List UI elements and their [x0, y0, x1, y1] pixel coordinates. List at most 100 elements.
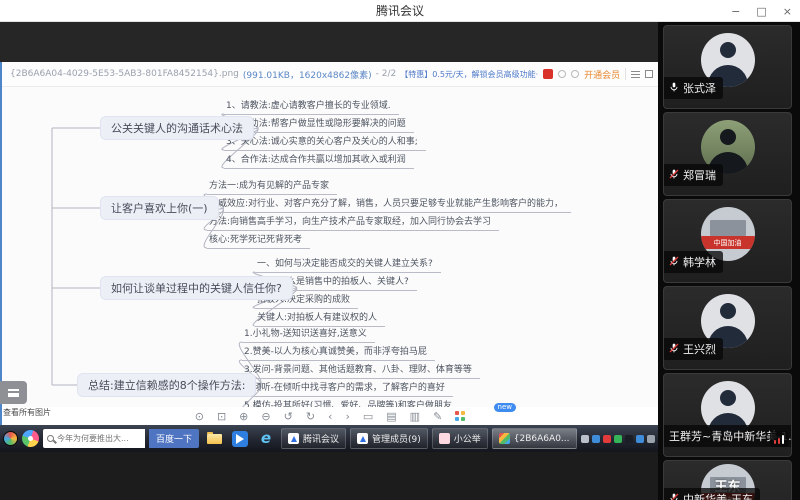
person-silhouette-icon	[719, 390, 736, 406]
participant-tile[interactable]: 王东中国加油 中新华美-王东	[663, 460, 792, 500]
rotate-left-icon[interactable]: ↺	[284, 411, 293, 422]
avatar-banner: 中国加油	[700, 236, 755, 249]
taskbar-xiaogongju-button[interactable]: 小公举	[431, 428, 488, 449]
participant-tile[interactable]: 中国加油 韩学林	[663, 199, 792, 283]
baidu-search-button[interactable]: 百度一下	[149, 429, 200, 448]
mindmap-item[interactable]: 权威效应:对行业、对客户充分了解，销售，人员只要足够专业就能产生影响客户的能力，	[207, 199, 572, 213]
mindmap-item[interactable]: 3、关心法:诚心实意的关心客户及关心的人和事;	[224, 137, 426, 151]
participant-name-bar: 韩学林	[664, 251, 723, 273]
mindmap-item[interactable]: 1、请教法:虚心请教客户擅长的专业领域.	[224, 101, 399, 115]
participant-tile[interactable]: 王群芳~青岛中新华美-1...	[663, 373, 792, 457]
start-button-icon[interactable]	[3, 431, 18, 446]
edit-icon[interactable]: ✎	[433, 411, 442, 422]
person-silhouette-icon	[719, 42, 736, 58]
view-all-images-tab[interactable]	[0, 381, 27, 404]
participant-tile[interactable]: 王兴烈	[663, 286, 792, 370]
tray-security-icon[interactable]	[624, 434, 633, 443]
crown-icon	[571, 70, 580, 78]
search-input[interactable]	[57, 434, 141, 443]
tray-wechat-icon[interactable]	[613, 434, 622, 443]
participant-name: 中新华美-王东	[683, 493, 753, 500]
participant-name: 张式泽	[683, 82, 716, 95]
zoom-out-icon[interactable]: ⊖	[261, 411, 270, 422]
viewer-header: {2B6A6A04-4029-5E53-5AB3-801FA8452154}.p…	[2, 62, 658, 87]
letterbox-bottom	[0, 452, 658, 500]
taskbar-image-viewer-button[interactable]: {2B6A6A0...	[491, 428, 577, 449]
meeting-logo-icon	[357, 433, 369, 444]
next-image-icon[interactable]: ›	[345, 411, 349, 422]
viewer-fullscreen-icon[interactable]	[645, 70, 654, 78]
participant-name-bar: 中新华美-王东	[664, 488, 760, 500]
save-as-icon[interactable]: ▥	[410, 411, 420, 422]
history-icon[interactable]: ⊙	[195, 411, 204, 422]
maximize-icon[interactable]: □	[756, 5, 766, 18]
meeting-main-area: {2B6A6A04-4029-5E53-5AB3-801FA8452154}.p…	[0, 22, 800, 500]
mindmap-items: 方法一:成为有见解的产品专家权威效应:对行业、对客户充分了解，销售，人员只要足够…	[207, 181, 572, 253]
audio-level-icon	[770, 431, 788, 447]
meeting-logo-icon	[288, 433, 300, 444]
building-photo	[709, 220, 746, 236]
mic-icon	[669, 82, 679, 95]
mindmap-node[interactable]: 公关关键人的沟通话术心法	[100, 116, 254, 140]
mic-muted-icon	[669, 493, 679, 500]
tray-cloud-icon[interactable]	[591, 434, 600, 443]
fit-screen-icon[interactable]: ⊡	[217, 411, 226, 422]
pink-logo-icon	[438, 433, 450, 444]
participant-tile[interactable]: 张式泽	[663, 25, 792, 109]
prev-image-icon[interactable]: ‹	[328, 411, 332, 422]
close-icon[interactable]: ×	[783, 5, 792, 18]
search-icon	[47, 435, 54, 442]
mindmap-item[interactable]: 方法一:成为有见解的产品专家	[207, 181, 338, 195]
participant-name: 韩学林	[683, 256, 716, 269]
viewer-toolbar: new ⊙ ⊡ ⊕ ⊖ ↺ ↻ ‹ › ▭ ▤ ▥ ✎	[2, 403, 658, 425]
shared-screen-area: {2B6A6A04-4029-5E53-5AB3-801FA8452154}.p…	[0, 22, 658, 500]
more-tools-icon[interactable]	[455, 411, 466, 421]
taskbar-tencent-meeting-button[interactable]: 腾讯会议	[281, 428, 347, 449]
tray-qq-icon[interactable]	[602, 434, 611, 443]
participants-sidebar: 张式泽 郑冒瑞 中国加油 韩学林 王兴烈 王群芳~青岛中新华美-1... 中新华…	[658, 22, 800, 500]
vip-promo-link[interactable]: 【特惠】0.5元/天，解锁会员高级功能·	[400, 69, 538, 80]
view-all-images-label: 查看所有图片	[3, 408, 51, 417]
mindmap-node[interactable]: 让客户喜欢上你(一)	[100, 196, 219, 220]
mindmap-item[interactable]: 4.倾听-在倾听中找寻客户的需求，了解客户的喜好	[242, 383, 453, 397]
viewer-fileinfo: (991.01KB，1620x4862像素)	[242, 70, 372, 81]
person-silhouette-icon	[719, 303, 736, 319]
participant-name-bar: 张式泽	[664, 77, 723, 99]
internet-explorer-icon[interactable]: e	[255, 428, 277, 449]
mindmap-node[interactable]: 总结:建立信赖感的8个操作方法:	[77, 373, 257, 397]
delete-icon[interactable]: ▭	[363, 411, 373, 422]
participant-name: 王兴烈	[683, 343, 716, 356]
mindmap-item[interactable]: 4、合作法:达成合作共赢以增加其收入或利润	[224, 155, 414, 169]
tray-browser-icon[interactable]	[635, 434, 644, 443]
rotate-right-icon[interactable]: ↻	[306, 411, 315, 422]
volume-icon[interactable]	[657, 434, 658, 443]
mindmap-item[interactable]: 方法:向销售高手学习，向生产技术产品专家取经，加入同行协会去学习	[207, 217, 500, 231]
app-title: 腾讯会议	[375, 4, 424, 18]
mindmap-item[interactable]: 1.小礼物-送知识送喜好,送意义	[242, 329, 375, 343]
viewer-filename: {2B6A6A04-4029-5E53-5AB3-801FA8452154}.p…	[10, 69, 239, 79]
browser-flower-icon[interactable]	[19, 427, 42, 450]
participant-name-bar: 郑冒瑞	[664, 164, 723, 186]
print-icon[interactable]: ▤	[386, 411, 396, 422]
mindmap-item[interactable]: 2.赞美-以人为核心真诚赞美，而非浮夸拍马屁	[242, 347, 435, 361]
taskbar-manage-members-button[interactable]: 管理成员(9)	[350, 428, 428, 449]
minimize-icon[interactable]: −	[731, 5, 740, 18]
mindmap-item[interactable]: 核心:死学死记死背死考	[207, 235, 311, 249]
zoom-in-icon[interactable]: ⊕	[239, 411, 248, 422]
mindmap-item[interactable]: 3.发问-背景问题、其他话题教育、八卦、理财、体育等等	[242, 365, 480, 379]
promo-icon	[543, 69, 554, 79]
bird-app-icon[interactable]	[229, 428, 251, 449]
tray-usb-icon[interactable]	[646, 434, 655, 443]
open-vip-button[interactable]: 开通会员	[584, 68, 620, 81]
person-silhouette-icon	[719, 129, 736, 145]
participant-tile[interactable]: 郑冒瑞	[663, 112, 792, 196]
mindmap-item[interactable]: 一、如何与决定能否成交的关键人建立关系?	[255, 259, 441, 273]
viewer-menu-icon[interactable]	[631, 70, 641, 78]
mindmap-item[interactable]: 关键人:对拍板人有建议权的人	[255, 313, 386, 327]
mic-muted-icon	[669, 256, 679, 269]
baidu-search-box	[43, 429, 145, 448]
participant-name: 郑冒瑞	[683, 169, 716, 182]
file-explorer-icon[interactable]	[203, 428, 225, 449]
tray-input-method-icon[interactable]	[580, 434, 589, 443]
mindmap-node[interactable]: 如何让谈单过程中的关键人信任你?	[100, 276, 293, 300]
